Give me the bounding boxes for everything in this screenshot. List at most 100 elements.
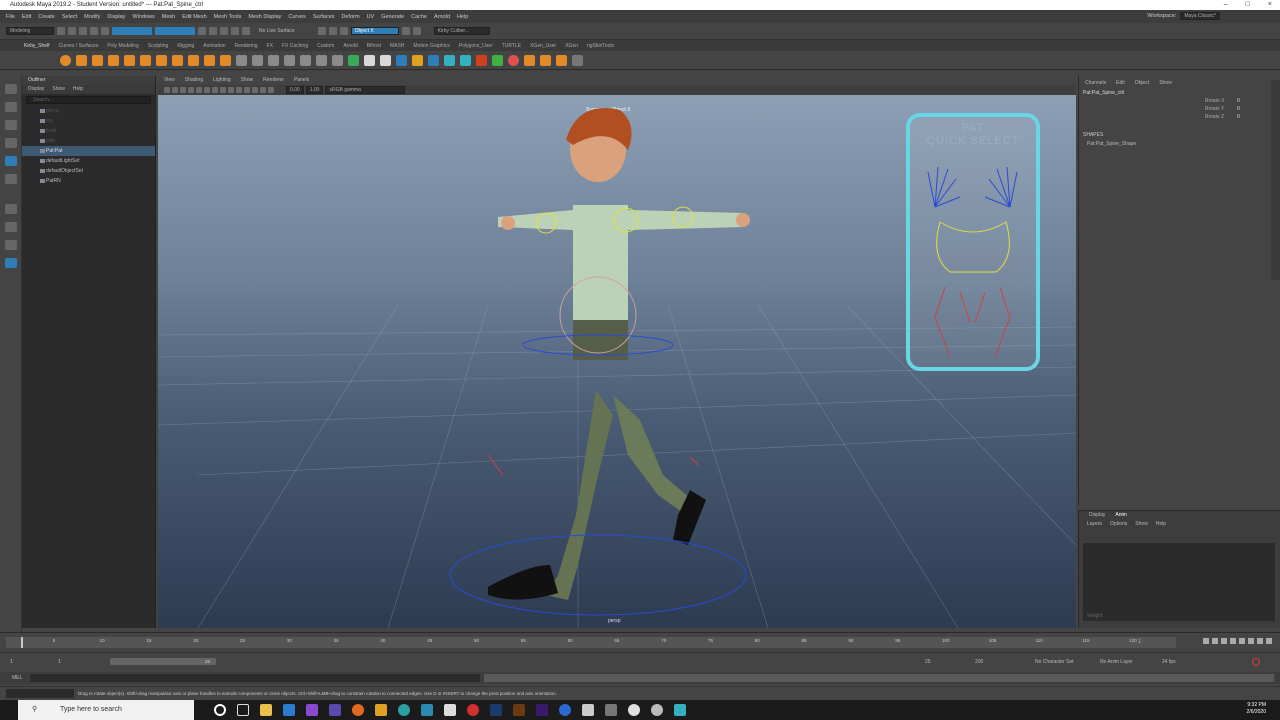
turtle-icon[interactable] (476, 54, 487, 66)
play-back-icon[interactable] (1230, 638, 1236, 644)
outliner-item[interactable]: persp (22, 106, 155, 116)
separate-icon[interactable] (220, 54, 231, 66)
scale-tool-icon[interactable] (5, 174, 17, 184)
after-effects-icon[interactable] (536, 704, 548, 716)
layer-tab-anim[interactable]: Anim (1115, 511, 1126, 520)
menu-deform[interactable]: Deform (342, 14, 360, 20)
layer-menu-options[interactable]: Options (1110, 520, 1127, 529)
side-by-side-icon[interactable] (5, 240, 17, 250)
step-back-icon[interactable] (1221, 638, 1227, 644)
isolate-select-icon[interactable] (268, 87, 274, 93)
extrude-icon[interactable] (236, 54, 247, 66)
camera-attr-icon[interactable] (172, 87, 178, 93)
task-view-icon[interactable] (237, 704, 249, 716)
shelf-tab-mash[interactable]: MASH (390, 43, 404, 49)
character-set-dropdown[interactable]: No Character Set (1035, 659, 1074, 665)
menu-generate[interactable]: Generate (381, 14, 404, 20)
minimize-icon[interactable]: – (1224, 0, 1228, 10)
exposure-field[interactable]: 0.00 (286, 86, 304, 94)
outliner-menu-display[interactable]: Display (28, 85, 44, 94)
channel-attribute[interactable]: Rotate X 0 (1079, 98, 1280, 106)
fps-dropdown[interactable]: 24 fps (1162, 659, 1176, 665)
anim-layer-list[interactable]: Weight (1083, 543, 1275, 621)
range-slider-bar[interactable]: 25 (110, 658, 216, 665)
character[interactable] (488, 108, 750, 600)
app-icon-8[interactable] (559, 704, 571, 716)
step-forward-icon[interactable] (1248, 638, 1254, 644)
delete-history-icon[interactable] (524, 54, 535, 66)
app-icon-3[interactable] (375, 704, 387, 716)
shelf-tab-polygons-user[interactable]: Polygons_User (459, 43, 493, 49)
auto-key-icon[interactable] (1252, 658, 1260, 666)
shelf-tab-sculpting[interactable]: Sculpting (148, 43, 169, 49)
open-scene-icon[interactable] (68, 27, 76, 35)
app-icon-5[interactable] (421, 704, 433, 716)
bifrost-icon[interactable] (460, 54, 471, 66)
menu-arnold[interactable]: Arnold (434, 14, 450, 20)
outliner-item[interactable]: front (22, 126, 155, 136)
app-icon-7[interactable] (467, 704, 479, 716)
menu-file[interactable]: File (6, 14, 15, 20)
step-forward-key-icon[interactable] (1257, 638, 1263, 644)
menu-display[interactable]: Display (107, 14, 125, 20)
new-scene-icon[interactable] (57, 27, 65, 35)
user-account[interactable]: Kirby Culber... (433, 27, 490, 35)
outliner-item[interactable]: defaultLightSet (22, 156, 155, 166)
history-icon[interactable] (317, 27, 326, 35)
edge-icon[interactable] (283, 704, 295, 716)
menu-surfaces[interactable]: Surfaces (313, 14, 335, 20)
paint-icon[interactable] (508, 54, 519, 66)
go-end-icon[interactable] (1266, 638, 1272, 644)
menu-select[interactable]: Select (62, 14, 77, 20)
grid-toggle-icon[interactable] (196, 87, 202, 93)
cortana-icon[interactable] (214, 704, 226, 716)
poly-torus-icon[interactable] (124, 54, 135, 66)
taskbar-search-input[interactable]: ⚲ Type here to search (18, 700, 194, 720)
select-tool-icon[interactable] (5, 84, 17, 94)
time-slider[interactable]: 5 10 15 20 25 30 35 40 45 50 55 60 65 70 75 80 85 90 95 100… (0, 632, 1280, 650)
bevel-icon[interactable] (268, 54, 279, 66)
app-icon-4[interactable] (398, 704, 410, 716)
xray-icon[interactable] (260, 87, 266, 93)
select-object-icon[interactable] (155, 27, 195, 35)
shelf-tab-animation[interactable]: Animation (203, 43, 225, 49)
four-pane-icon[interactable] (5, 222, 17, 232)
mode-dropdown[interactable]: Modeling (6, 27, 54, 35)
menu-mesh-display[interactable]: Mesh Display (248, 14, 281, 20)
rotate-tool-icon[interactable] (5, 156, 17, 166)
redo-icon[interactable] (101, 27, 109, 35)
outliner-item[interactable]: top (22, 116, 155, 126)
shelf-tab-arnold[interactable]: Arnold (343, 43, 357, 49)
shelf-tab-poly-modeling[interactable]: Poly Modeling (107, 43, 138, 49)
poly-cube-icon[interactable] (76, 54, 87, 66)
hypershade-icon[interactable] (364, 54, 375, 66)
image-plane-icon[interactable] (188, 87, 194, 93)
app-icon-11[interactable] (651, 704, 663, 716)
poly-text-icon[interactable] (172, 54, 183, 66)
svg-icon[interactable] (188, 54, 199, 66)
app-icon-10[interactable] (605, 704, 617, 716)
attribute-value[interactable]: 0 (1237, 114, 1240, 120)
combine-icon[interactable] (204, 54, 215, 66)
single-pane-icon[interactable] (5, 204, 17, 214)
command-input[interactable] (30, 674, 480, 682)
render-icon[interactable] (328, 27, 337, 35)
file-explorer-icon[interactable] (260, 704, 272, 716)
menu-curves[interactable]: Curves (288, 14, 305, 20)
shelf-tab-ngskintools[interactable]: ngSkinTools (587, 43, 614, 49)
camera-select-icon[interactable] (164, 87, 170, 93)
snap-view-icon[interactable] (231, 27, 239, 35)
layer-tab-display[interactable]: Display (1089, 511, 1105, 520)
shelf-tab-bifrost[interactable]: Bifrost (367, 43, 381, 49)
textured-icon[interactable] (236, 87, 242, 93)
gamma-field[interactable]: 1.00 (305, 86, 324, 94)
3d-scene[interactable]: Symmetry: Object X (157, 95, 1077, 629)
poly-plane-icon[interactable] (140, 54, 151, 66)
time-slider-track[interactable]: 5 10 15 20 25 30 35 40 45 50 55 60 65 70 75 80 85 90 95 100… (6, 637, 1176, 648)
app-icon-9[interactable] (582, 704, 594, 716)
workspace-selector[interactable]: Workspace: Maya Classic* (1147, 12, 1220, 20)
playback-icon[interactable] (401, 27, 410, 35)
attribute-value[interactable]: 0 (1237, 106, 1240, 112)
shelf-tab-curves-surfaces[interactable]: Curves / Surfaces (59, 43, 99, 49)
range-start-field[interactable]: 1 (10, 659, 13, 665)
